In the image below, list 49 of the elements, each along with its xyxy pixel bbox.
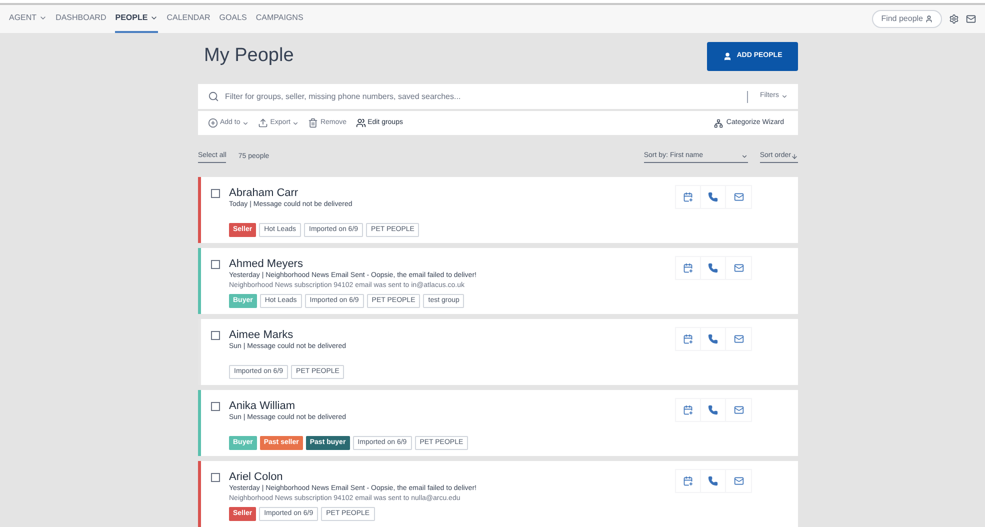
- phone-icon: [708, 476, 718, 486]
- mail-icon: [734, 405, 744, 415]
- find-people-field[interactable]: Find people: [872, 10, 942, 28]
- nav-tab[interactable]: AGENT: [9, 4, 47, 33]
- phone-icon: [708, 334, 718, 344]
- people-icon: [356, 118, 366, 128]
- page-title: My People: [204, 44, 294, 68]
- calendar-plus-icon: [683, 405, 693, 415]
- arrow-down-icon: [791, 153, 798, 160]
- caret-icon: [781, 93, 788, 100]
- caret-icon: [740, 153, 748, 160]
- plus-icon: [208, 118, 218, 128]
- phone-icon: [708, 192, 718, 202]
- nav-tab[interactable]: CALENDAR: [166, 4, 210, 33]
- caret-icon: [292, 120, 300, 126]
- person-name[interactable]: Ahmed Meyers: [229, 258, 675, 271]
- mail-icon: [734, 334, 744, 344]
- mail-icon: [734, 263, 744, 273]
- checkbox[interactable]: [211, 473, 220, 482]
- trash-icon: [308, 118, 318, 128]
- checkbox[interactable]: [211, 402, 220, 411]
- mail-icon[interactable]: [966, 14, 976, 24]
- nav-tab[interactable]: PEOPLE: [115, 4, 158, 33]
- phone-icon: [708, 263, 718, 273]
- person-name[interactable]: Anika William: [229, 400, 675, 413]
- checkbox[interactable]: [211, 189, 220, 198]
- search-icon: [208, 91, 219, 102]
- nav-tab[interactable]: CAMPAIGNS: [256, 4, 304, 33]
- calendar-plus-icon: [683, 192, 693, 202]
- upload-icon: [258, 118, 268, 128]
- checkbox[interactable]: [211, 331, 220, 340]
- nav-tab[interactable]: GOALS: [219, 4, 247, 33]
- person-icon: [722, 52, 732, 60]
- calendar-plus-icon: [683, 476, 693, 486]
- phone-icon: [708, 405, 718, 415]
- person-name[interactable]: Ariel Colon: [229, 471, 675, 484]
- nav-tab[interactable]: DASHBOARD: [56, 4, 106, 33]
- person-name[interactable]: Abraham Carr: [229, 187, 675, 200]
- person-card[interactable]: [198, 248, 798, 314]
- nodes-icon: [714, 118, 724, 128]
- calendar-plus-icon: [683, 334, 693, 344]
- calendar-plus-icon: [683, 263, 693, 273]
- settings-icon[interactable]: [949, 14, 959, 24]
- mail-icon: [734, 192, 744, 202]
- checkbox[interactable]: [211, 260, 220, 269]
- person-icon: [925, 14, 933, 23]
- caret-icon: [242, 120, 250, 126]
- person-name[interactable]: Aimee Marks: [229, 329, 675, 342]
- mail-icon: [734, 476, 744, 486]
